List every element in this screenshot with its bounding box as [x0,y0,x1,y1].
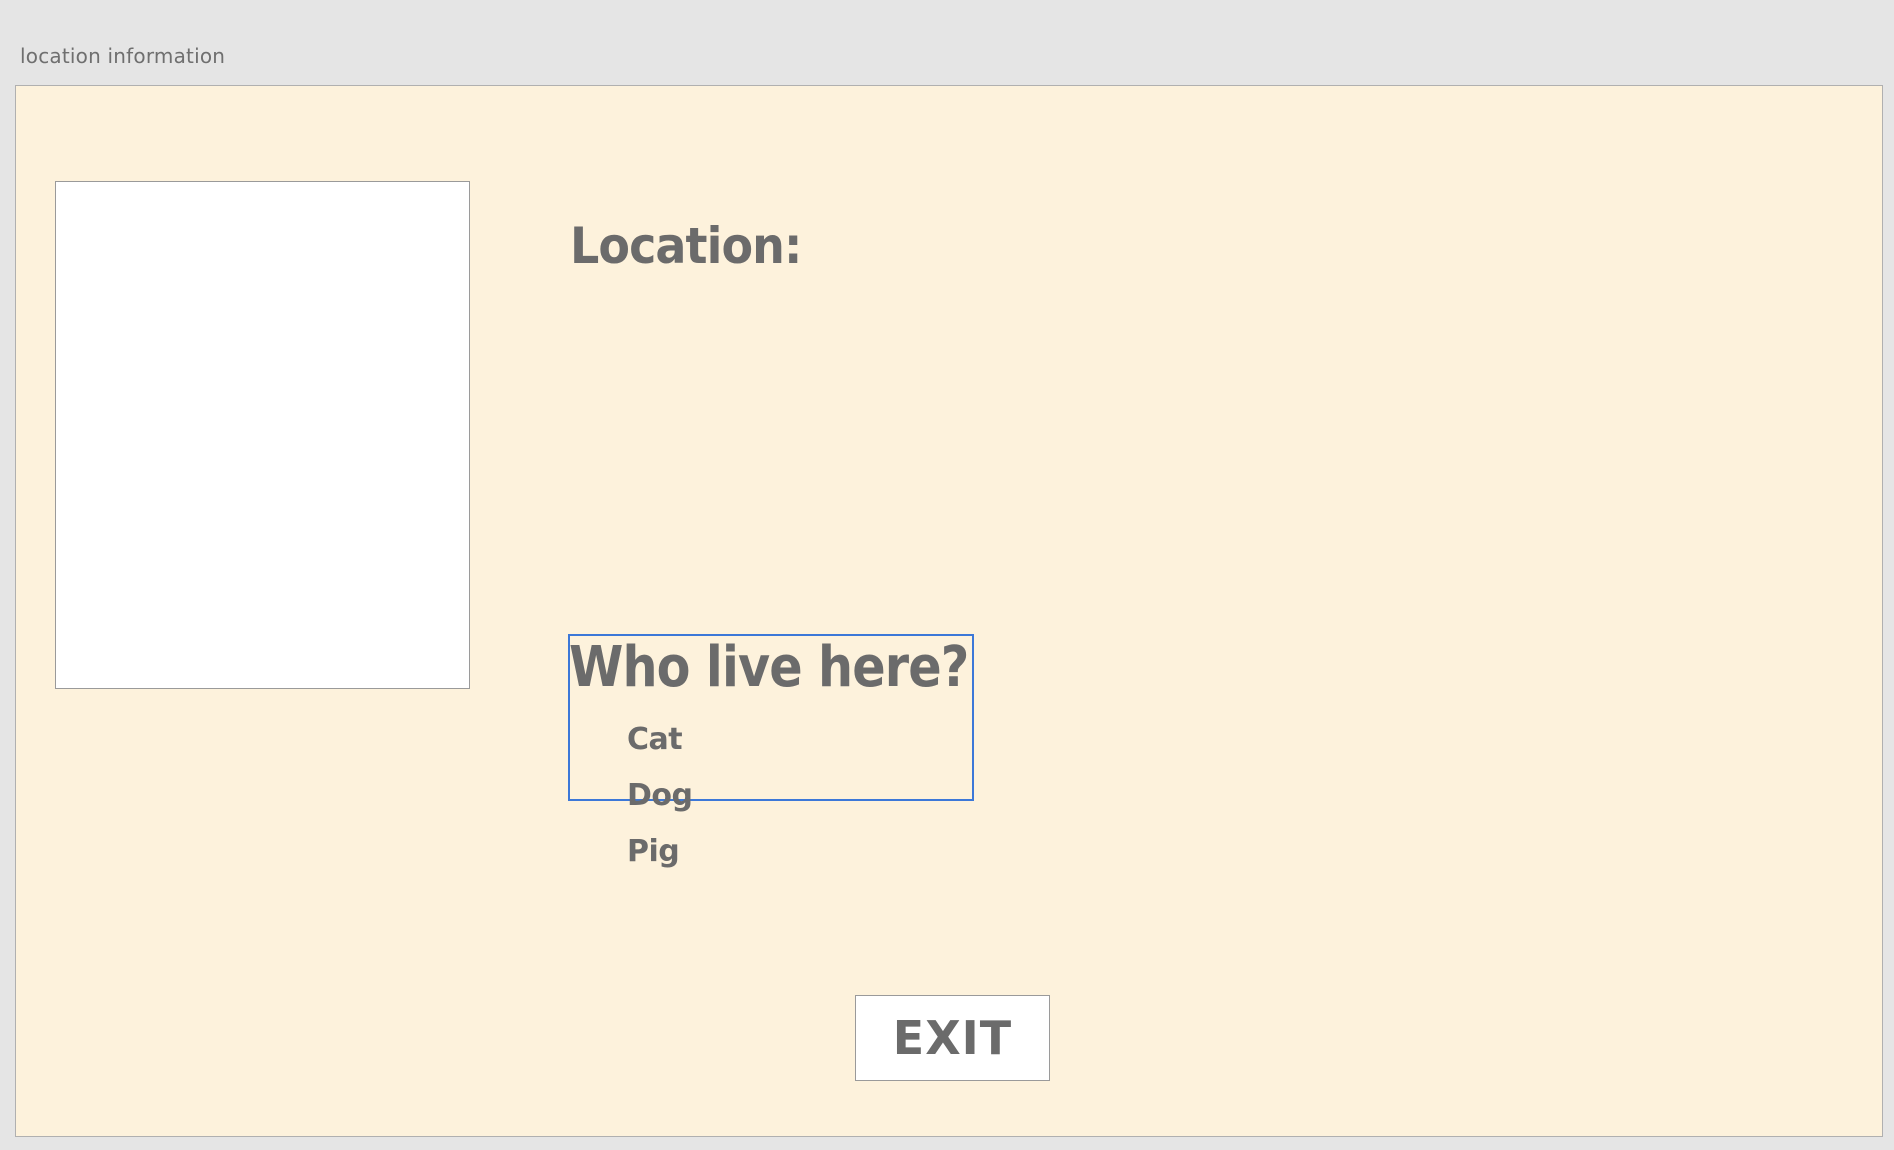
location-label: Location: [570,217,802,275]
residents-heading: Who live here? [569,635,969,700]
location-panel: Location: Who live here? Cat Dog Pig EXI… [15,85,1883,1137]
exit-button-label: EXIT [892,1011,1013,1065]
resident-item-dog: Dog [627,778,693,813]
exit-button[interactable]: EXIT [855,995,1050,1081]
resident-item-cat: Cat [627,722,683,757]
window-title: location information [20,44,226,68]
location-image [55,181,470,689]
resident-item-pig: Pig [627,834,680,869]
